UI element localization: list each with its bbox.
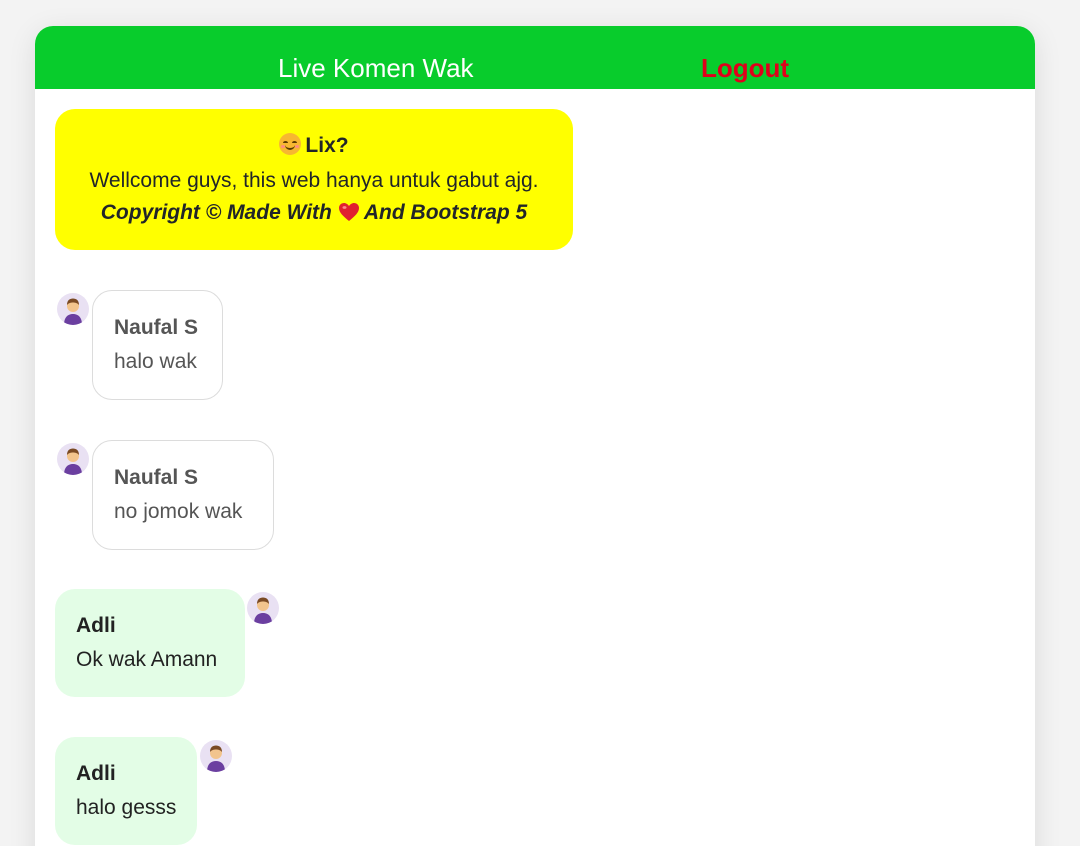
copyright-suffix: And Bootstrap 5 bbox=[363, 201, 528, 224]
welcome-text: Wellcome guys, this web hanya untuk gabu… bbox=[89, 169, 539, 192]
message-text: no jomok wak bbox=[114, 500, 243, 523]
own-message-bubble: Adli Ok wak Amann bbox=[55, 589, 245, 697]
app-title: Live Komen Wak bbox=[278, 53, 474, 83]
welcome-title: Lix? bbox=[55, 133, 573, 158]
message-text: Ok wak Amann bbox=[76, 648, 218, 671]
message-bubble: Naufal S halo wak bbox=[92, 290, 223, 400]
smiling-face-icon bbox=[279, 133, 302, 155]
copyright-line: Copyright © Made With And Bootstrap 5 bbox=[55, 201, 573, 225]
message-author: Adli bbox=[76, 762, 116, 785]
user-avatar-icon bbox=[57, 443, 89, 475]
message-text: halo wak bbox=[114, 350, 197, 373]
user-avatar-icon bbox=[247, 592, 279, 624]
logout-link[interactable]: Logout bbox=[701, 53, 789, 84]
user-avatar-icon bbox=[200, 740, 232, 772]
message-text: halo gesss bbox=[76, 796, 177, 819]
user-avatar-icon bbox=[57, 293, 89, 325]
heart-icon bbox=[338, 203, 359, 221]
welcome-banner: Lix? Wellcome guys, this web hanya untuk… bbox=[55, 109, 573, 250]
message-author: Adli bbox=[76, 614, 116, 637]
own-message-bubble: Adli halo gesss bbox=[55, 737, 197, 845]
welcome-title-text: Lix? bbox=[305, 134, 349, 157]
copyright-prefix: Copyright © Made With bbox=[100, 201, 332, 224]
message-author: Naufal S bbox=[114, 466, 199, 489]
message-bubble: Naufal S no jomok wak bbox=[92, 440, 274, 550]
chat-card: Live Komen Wak Logout Lix? Wellcome guys… bbox=[35, 26, 1035, 846]
header-bar: Live Komen Wak Logout bbox=[35, 26, 1035, 89]
message-author: Naufal S bbox=[114, 316, 199, 339]
